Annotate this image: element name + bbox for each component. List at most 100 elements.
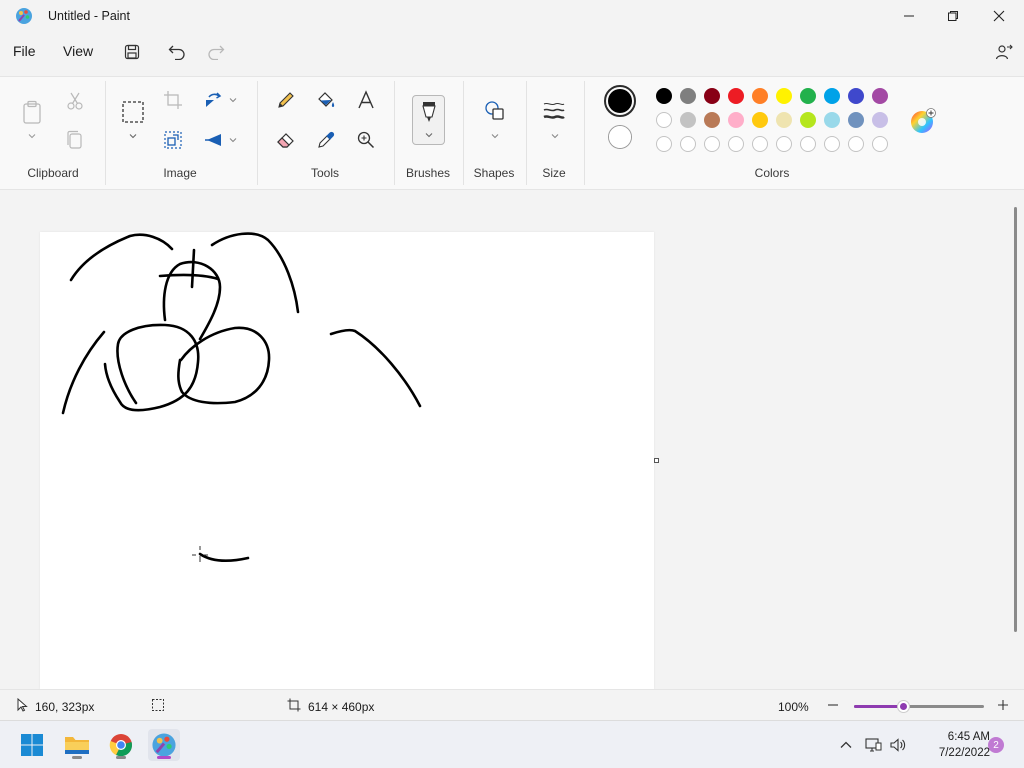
custom-color-slot[interactable] xyxy=(704,136,720,152)
system-clock[interactable]: 6:45 AM 7/22/2022 xyxy=(910,729,990,761)
custom-color-slot[interactable] xyxy=(872,136,888,152)
copy-button[interactable] xyxy=(62,127,88,153)
rotate-button[interactable] xyxy=(200,87,226,113)
select-button[interactable] xyxy=(118,97,148,127)
undo-icon xyxy=(168,45,185,60)
paint-taskbar-button[interactable] xyxy=(148,729,180,761)
color-swatch[interactable] xyxy=(848,88,864,104)
share-button[interactable] xyxy=(992,40,1016,64)
flip-button[interactable] xyxy=(200,127,226,153)
file-menu[interactable]: File xyxy=(13,43,36,59)
color-swatch[interactable] xyxy=(704,88,720,104)
restore-button[interactable] xyxy=(930,0,976,32)
zoom-percentage[interactable]: 100% xyxy=(778,700,809,714)
custom-color-slot[interactable] xyxy=(752,136,768,152)
show-hidden-icons-button[interactable] xyxy=(837,736,855,754)
text-button[interactable] xyxy=(353,87,379,113)
workspace xyxy=(0,191,1024,689)
custom-color-slot[interactable] xyxy=(728,136,744,152)
view-menu[interactable]: View xyxy=(63,43,93,59)
notification-badge[interactable]: 2 xyxy=(988,737,1004,753)
custom-color-slot[interactable] xyxy=(800,136,816,152)
vertical-scrollbar[interactable] xyxy=(1014,207,1017,632)
brushes-button[interactable] xyxy=(412,95,445,145)
eraser-button[interactable] xyxy=(273,127,299,153)
fill-button[interactable] xyxy=(313,87,339,113)
paste-icon xyxy=(23,100,41,124)
share-icon xyxy=(995,44,1013,60)
color-swatch[interactable] xyxy=(656,88,672,104)
save-button[interactable] xyxy=(120,40,144,64)
color-picker-button[interactable] xyxy=(313,127,339,153)
ribbon-separator xyxy=(463,81,464,185)
crop-button[interactable] xyxy=(160,87,186,113)
resize-icon xyxy=(164,131,182,149)
color-swatch[interactable] xyxy=(776,112,792,128)
color-swatch[interactable] xyxy=(824,88,840,104)
drawn-stroke xyxy=(190,248,196,289)
brushes-chevron-down-icon xyxy=(425,133,433,138)
cut-button[interactable] xyxy=(62,88,88,114)
minimize-button[interactable] xyxy=(886,0,932,32)
select-chevron-down-icon[interactable] xyxy=(128,131,138,141)
scissors-icon xyxy=(67,92,83,110)
custom-color-slot[interactable] xyxy=(824,136,840,152)
custom-color-slot[interactable] xyxy=(776,136,792,152)
color-swatch[interactable] xyxy=(752,112,768,128)
secondary-color-swatch xyxy=(609,126,631,148)
color-swatch[interactable] xyxy=(728,112,744,128)
resize-button[interactable] xyxy=(160,127,186,153)
start-button[interactable] xyxy=(16,729,48,761)
paint-palette-icon xyxy=(152,733,176,757)
close-button[interactable] xyxy=(976,0,1022,32)
pencil-button[interactable] xyxy=(273,87,299,113)
paste-button[interactable] xyxy=(18,97,46,127)
chrome-icon xyxy=(109,734,132,757)
zoom-in-icon[interactable] xyxy=(996,698,1010,712)
crop-icon xyxy=(164,91,182,109)
color-swatch[interactable] xyxy=(752,88,768,104)
zoom-slider[interactable] xyxy=(854,700,984,713)
chrome-button[interactable] xyxy=(105,729,137,761)
color-swatch[interactable] xyxy=(776,88,792,104)
drawn-stroke xyxy=(329,328,422,408)
magnifier-button[interactable] xyxy=(353,127,379,153)
custom-color-slot[interactable] xyxy=(848,136,864,152)
clock-time: 6:45 AM xyxy=(947,731,990,743)
color-swatch[interactable] xyxy=(704,112,720,128)
size-chevron-down-icon[interactable] xyxy=(550,131,560,141)
color-swatch[interactable] xyxy=(872,88,888,104)
color-swatch[interactable] xyxy=(728,88,744,104)
edit-colors-button[interactable] xyxy=(910,108,936,134)
color-swatch[interactable] xyxy=(824,112,840,128)
ribbon-separator xyxy=(584,81,585,185)
color-swatch[interactable] xyxy=(872,112,888,128)
paste-chevron-down-icon[interactable] xyxy=(27,131,37,141)
image-group-label: Image xyxy=(163,166,197,180)
file-explorer-button[interactable] xyxy=(61,729,93,761)
custom-color-slot[interactable] xyxy=(656,136,672,152)
volume-button[interactable] xyxy=(889,736,907,754)
undo-button[interactable] xyxy=(165,40,189,64)
shapes-chevron-down-icon[interactable] xyxy=(490,131,500,141)
color-swatch[interactable] xyxy=(800,112,816,128)
zoom-slider-thumb[interactable] xyxy=(897,700,911,713)
color-swatch[interactable] xyxy=(800,88,816,104)
redo-button[interactable] xyxy=(204,40,228,64)
rotate-chevron-down-icon[interactable] xyxy=(228,95,238,105)
size-button[interactable] xyxy=(540,97,568,125)
color-swatch[interactable] xyxy=(848,112,864,128)
rectangle-select-icon xyxy=(122,101,144,123)
color-swatch[interactable] xyxy=(656,112,672,128)
color-swatch[interactable] xyxy=(680,112,696,128)
canvas-resize-handle[interactable] xyxy=(654,458,659,463)
network-button[interactable] xyxy=(864,736,882,754)
secondary-color-button[interactable] xyxy=(608,125,632,149)
custom-color-slot[interactable] xyxy=(680,136,696,152)
flip-chevron-down-icon[interactable] xyxy=(228,135,238,145)
drawing-canvas[interactable] xyxy=(40,232,654,689)
zoom-out-icon[interactable] xyxy=(826,698,840,712)
color-swatch[interactable] xyxy=(680,88,696,104)
primary-color-button[interactable] xyxy=(604,85,636,117)
shapes-button[interactable] xyxy=(481,97,509,125)
